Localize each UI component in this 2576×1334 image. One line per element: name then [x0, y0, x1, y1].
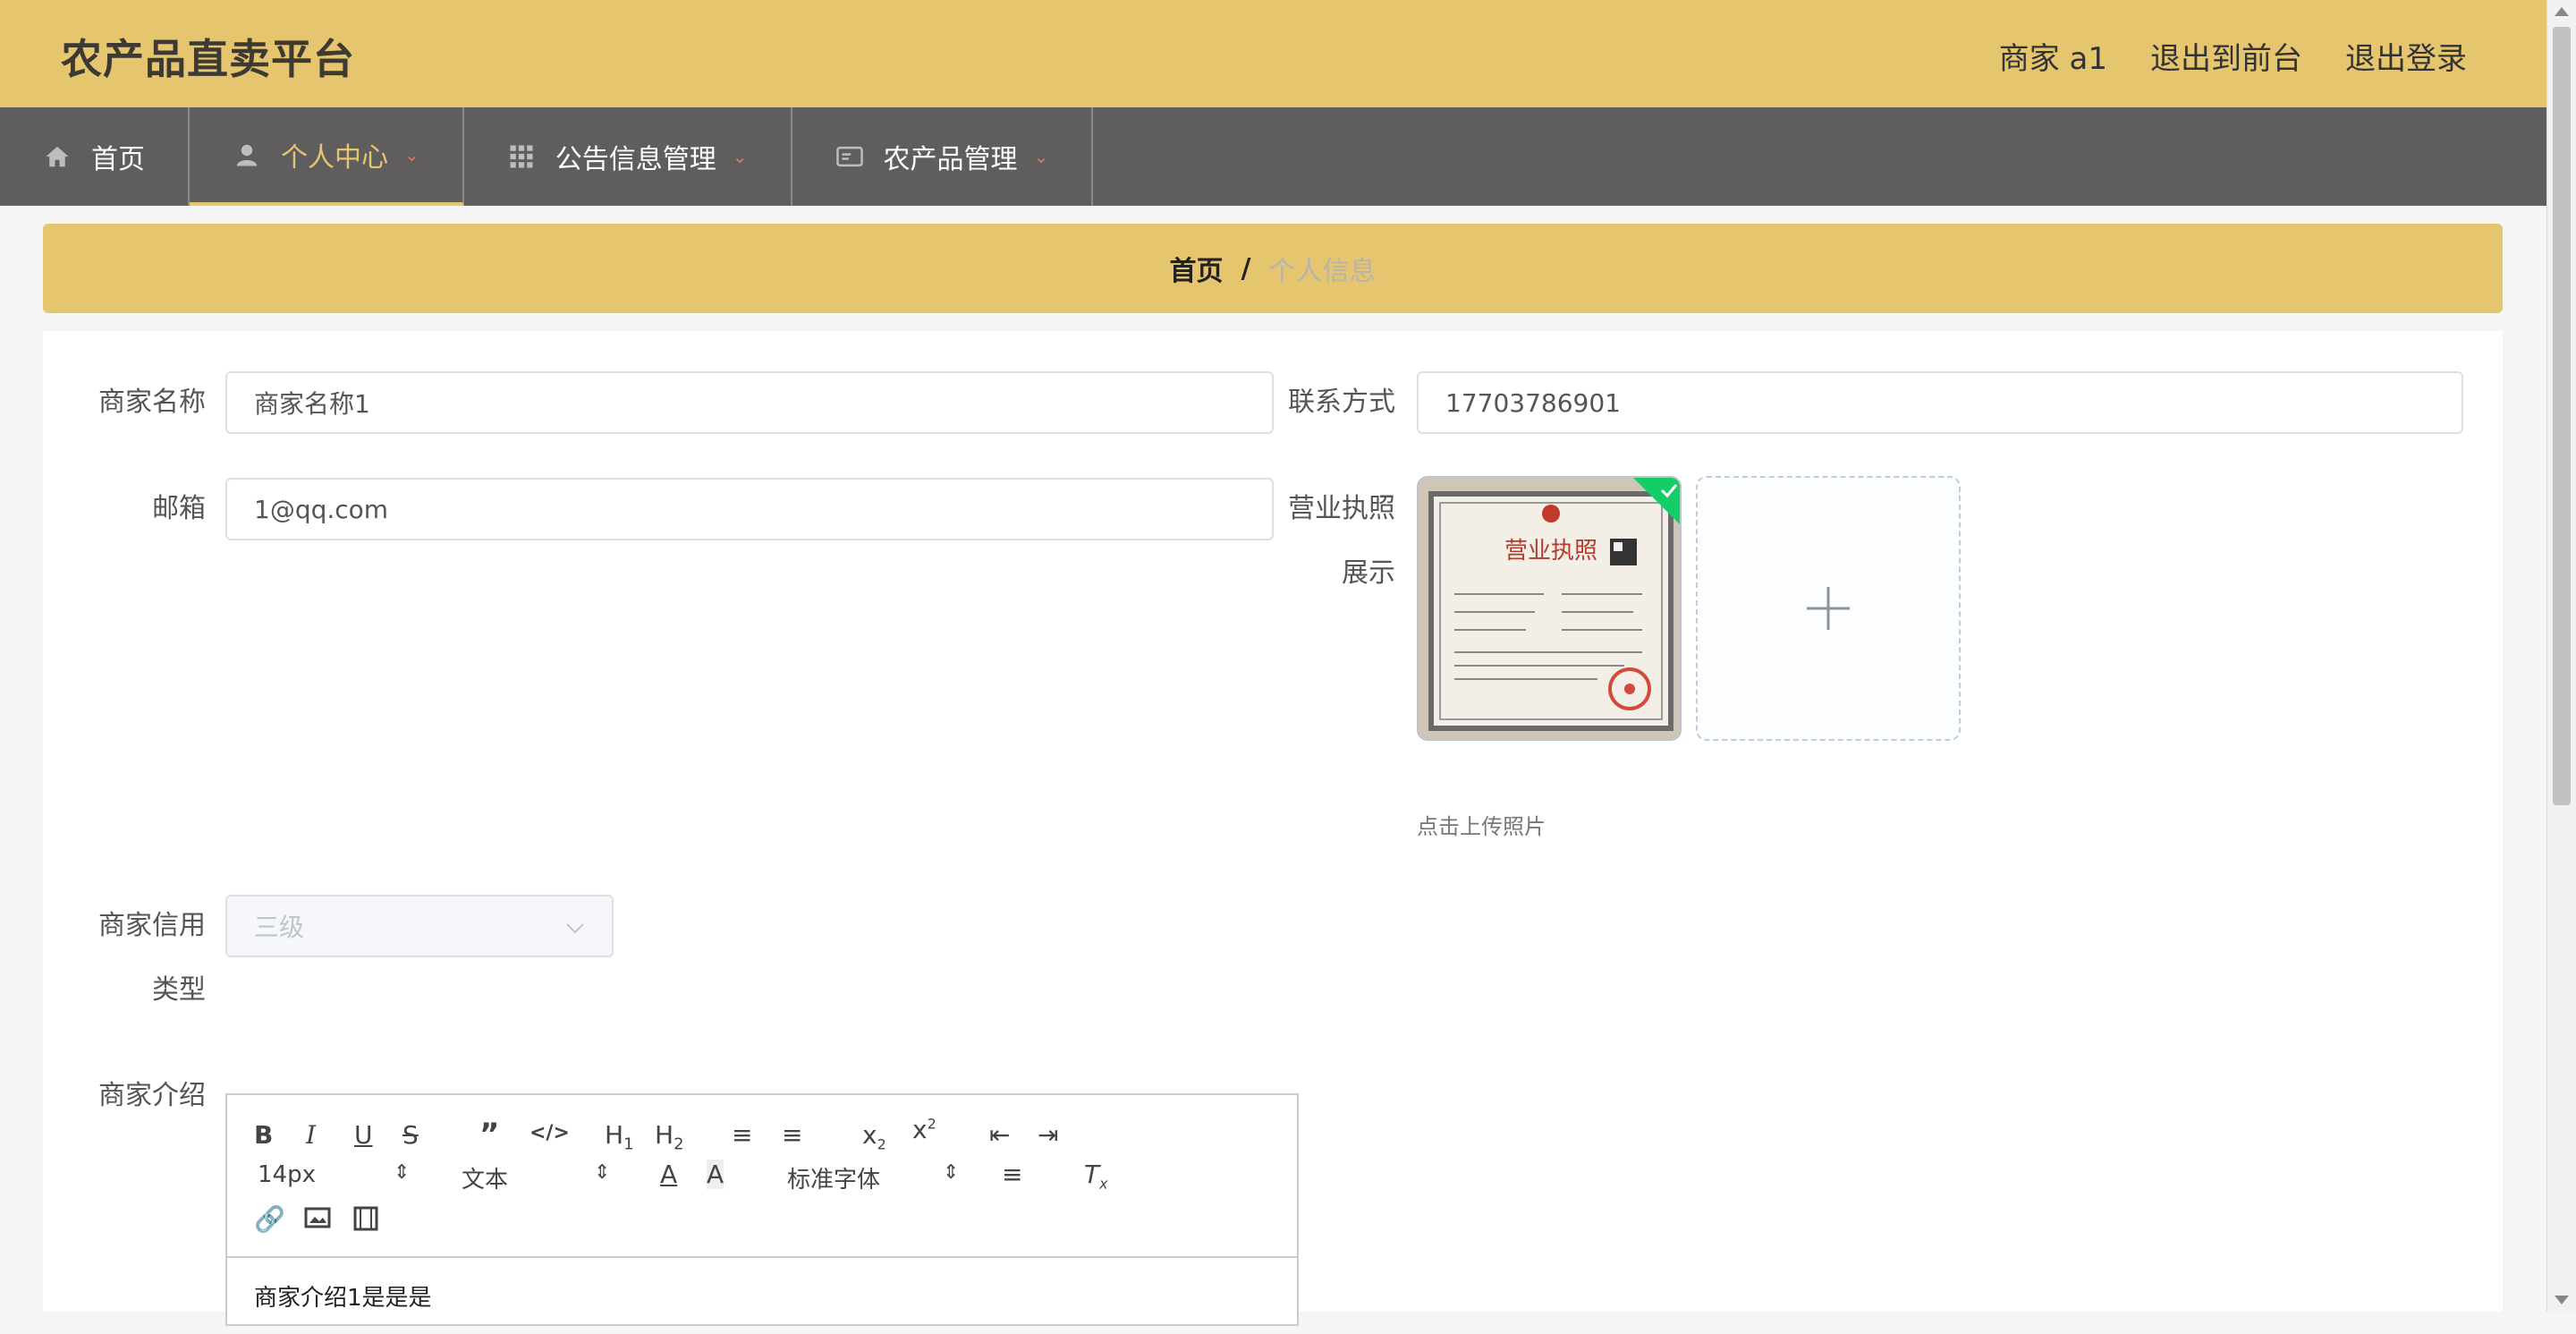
- updown-icon: ⇕: [594, 1161, 611, 1184]
- clear-format-icon[interactable]: Tx: [1084, 1160, 1108, 1193]
- superscript-icon[interactable]: x2: [912, 1115, 936, 1144]
- scroll-down-icon[interactable]: [2555, 1296, 2569, 1304]
- nav-label: 公告信息管理: [555, 144, 716, 175]
- merchant-name-label: 商家名称: [98, 387, 206, 418]
- current-user[interactable]: 商家 a1: [1999, 34, 2107, 78]
- breadcrumb-current: 个人信息: [1268, 256, 1377, 287]
- plus-icon: [1807, 587, 1850, 630]
- site-brand: 农产品直卖平台: [61, 35, 355, 83]
- indent-icon[interactable]: ⇥: [1038, 1120, 1058, 1150]
- exit-to-front-link[interactable]: 退出到前台: [2150, 34, 2302, 78]
- credit-select[interactable]: 三级: [225, 895, 614, 957]
- license-label-line2: 展示: [1342, 557, 1395, 589]
- breadcrumb-home[interactable]: 首页: [1170, 249, 1224, 288]
- grid-icon: [507, 142, 536, 171]
- card-icon: [835, 142, 864, 171]
- editor-toolbar: B I U S ” </> H1 H2 ≡ ≡ x2 x2 ⇤ ⇥ 14px ⇕…: [227, 1095, 1297, 1258]
- nav-notice-management[interactable]: 公告信息管理 ⌄: [464, 107, 792, 206]
- logout-link[interactable]: 退出登录: [2345, 34, 2467, 78]
- background-color-icon[interactable]: A: [707, 1160, 724, 1189]
- align-icon[interactable]: ≡: [1002, 1160, 1022, 1189]
- license-thumbnail[interactable]: 营业执照: [1417, 476, 1682, 741]
- heading1-icon[interactable]: H1: [605, 1120, 634, 1154]
- subscript-icon[interactable]: x2: [862, 1120, 886, 1153]
- credit-label-line2: 类型: [152, 974, 206, 1006]
- user-icon: [233, 140, 261, 169]
- bullet-list-icon[interactable]: ≡: [782, 1120, 802, 1150]
- add-image-button[interactable]: [1696, 476, 1961, 741]
- nav-label: 首页: [91, 144, 145, 175]
- nav-label: 个人中心: [281, 142, 388, 174]
- heading2-icon[interactable]: H2: [655, 1120, 684, 1154]
- image-icon[interactable]: [304, 1206, 331, 1236]
- main-nav: 首页 个人中心 ⌄ 公告信息管理 ⌄ 农产品管理 ⌄: [0, 107, 2547, 206]
- nav-label: 农产品管理: [883, 144, 1018, 175]
- email-label: 邮箱: [152, 493, 206, 524]
- credit-label: 商家信用: [98, 910, 206, 941]
- page-scrollbar[interactable]: [2546, 0, 2576, 1312]
- code-block-icon[interactable]: </>: [530, 1122, 570, 1144]
- nav-product-management[interactable]: 农产品管理 ⌄: [792, 107, 1094, 206]
- scroll-up-icon[interactable]: [2555, 7, 2569, 16]
- font-family-select[interactable]: 标准字体: [787, 1161, 880, 1194]
- updown-icon: ⇕: [943, 1161, 960, 1184]
- intro-label: 商家介绍: [98, 1080, 206, 1111]
- chevron-down-icon: ⌄: [1033, 146, 1049, 167]
- font-color-icon[interactable]: A: [660, 1160, 677, 1189]
- license-image: 营业执照: [1419, 478, 1680, 739]
- bold-icon[interactable]: B: [254, 1120, 273, 1150]
- scrollbar-thumb[interactable]: [2553, 27, 2571, 805]
- breadcrumb-separator: /: [1241, 252, 1251, 285]
- chevron-down-icon: [565, 912, 585, 941]
- contact-label: 联系方式: [1288, 387, 1395, 418]
- nav-home[interactable]: 首页: [0, 107, 190, 206]
- credit-select-value: 三级: [254, 913, 305, 942]
- font-size-select[interactable]: 14px: [258, 1161, 316, 1188]
- chevron-down-icon: ⌄: [404, 144, 419, 166]
- rich-text-editor: B I U S ” </> H1 H2 ≡ ≡ x2 x2 ⇤ ⇥ 14px ⇕…: [225, 1093, 1299, 1326]
- merchant-name-input[interactable]: 商家名称1: [225, 371, 1274, 434]
- license-label: 营业执照: [1288, 493, 1395, 524]
- header-links: 商家 a1 退出到前台 退出登录: [1999, 34, 2467, 78]
- email-input[interactable]: 1@qq.com: [225, 478, 1274, 540]
- underline-icon[interactable]: U: [354, 1120, 373, 1150]
- blockquote-icon[interactable]: ”: [479, 1117, 499, 1152]
- video-icon[interactable]: [352, 1206, 379, 1237]
- license-title: 营业执照: [1504, 538, 1597, 565]
- nav-personal-center[interactable]: 个人中心 ⌄: [190, 107, 464, 206]
- outdent-icon[interactable]: ⇤: [989, 1120, 1010, 1150]
- breadcrumb: 首页 / 个人信息: [43, 224, 2503, 313]
- strikethrough-icon[interactable]: S: [402, 1120, 419, 1150]
- link-icon[interactable]: 🔗: [254, 1204, 285, 1234]
- upload-tip: 点击上传照片: [1417, 814, 1546, 839]
- heading-select[interactable]: 文本: [462, 1161, 508, 1194]
- chevron-down-icon: ⌄: [732, 146, 748, 167]
- italic-icon[interactable]: I: [306, 1120, 316, 1150]
- top-header: 农产品直卖平台 商家 a1 退出到前台 退出登录: [0, 0, 2547, 107]
- ordered-list-icon[interactable]: ≡: [732, 1120, 752, 1150]
- home-icon: [43, 142, 72, 171]
- updown-icon: ⇕: [394, 1161, 411, 1184]
- contact-input[interactable]: 17703786901: [1417, 371, 2463, 434]
- editor-content[interactable]: 商家介绍1是是是: [227, 1258, 1297, 1334]
